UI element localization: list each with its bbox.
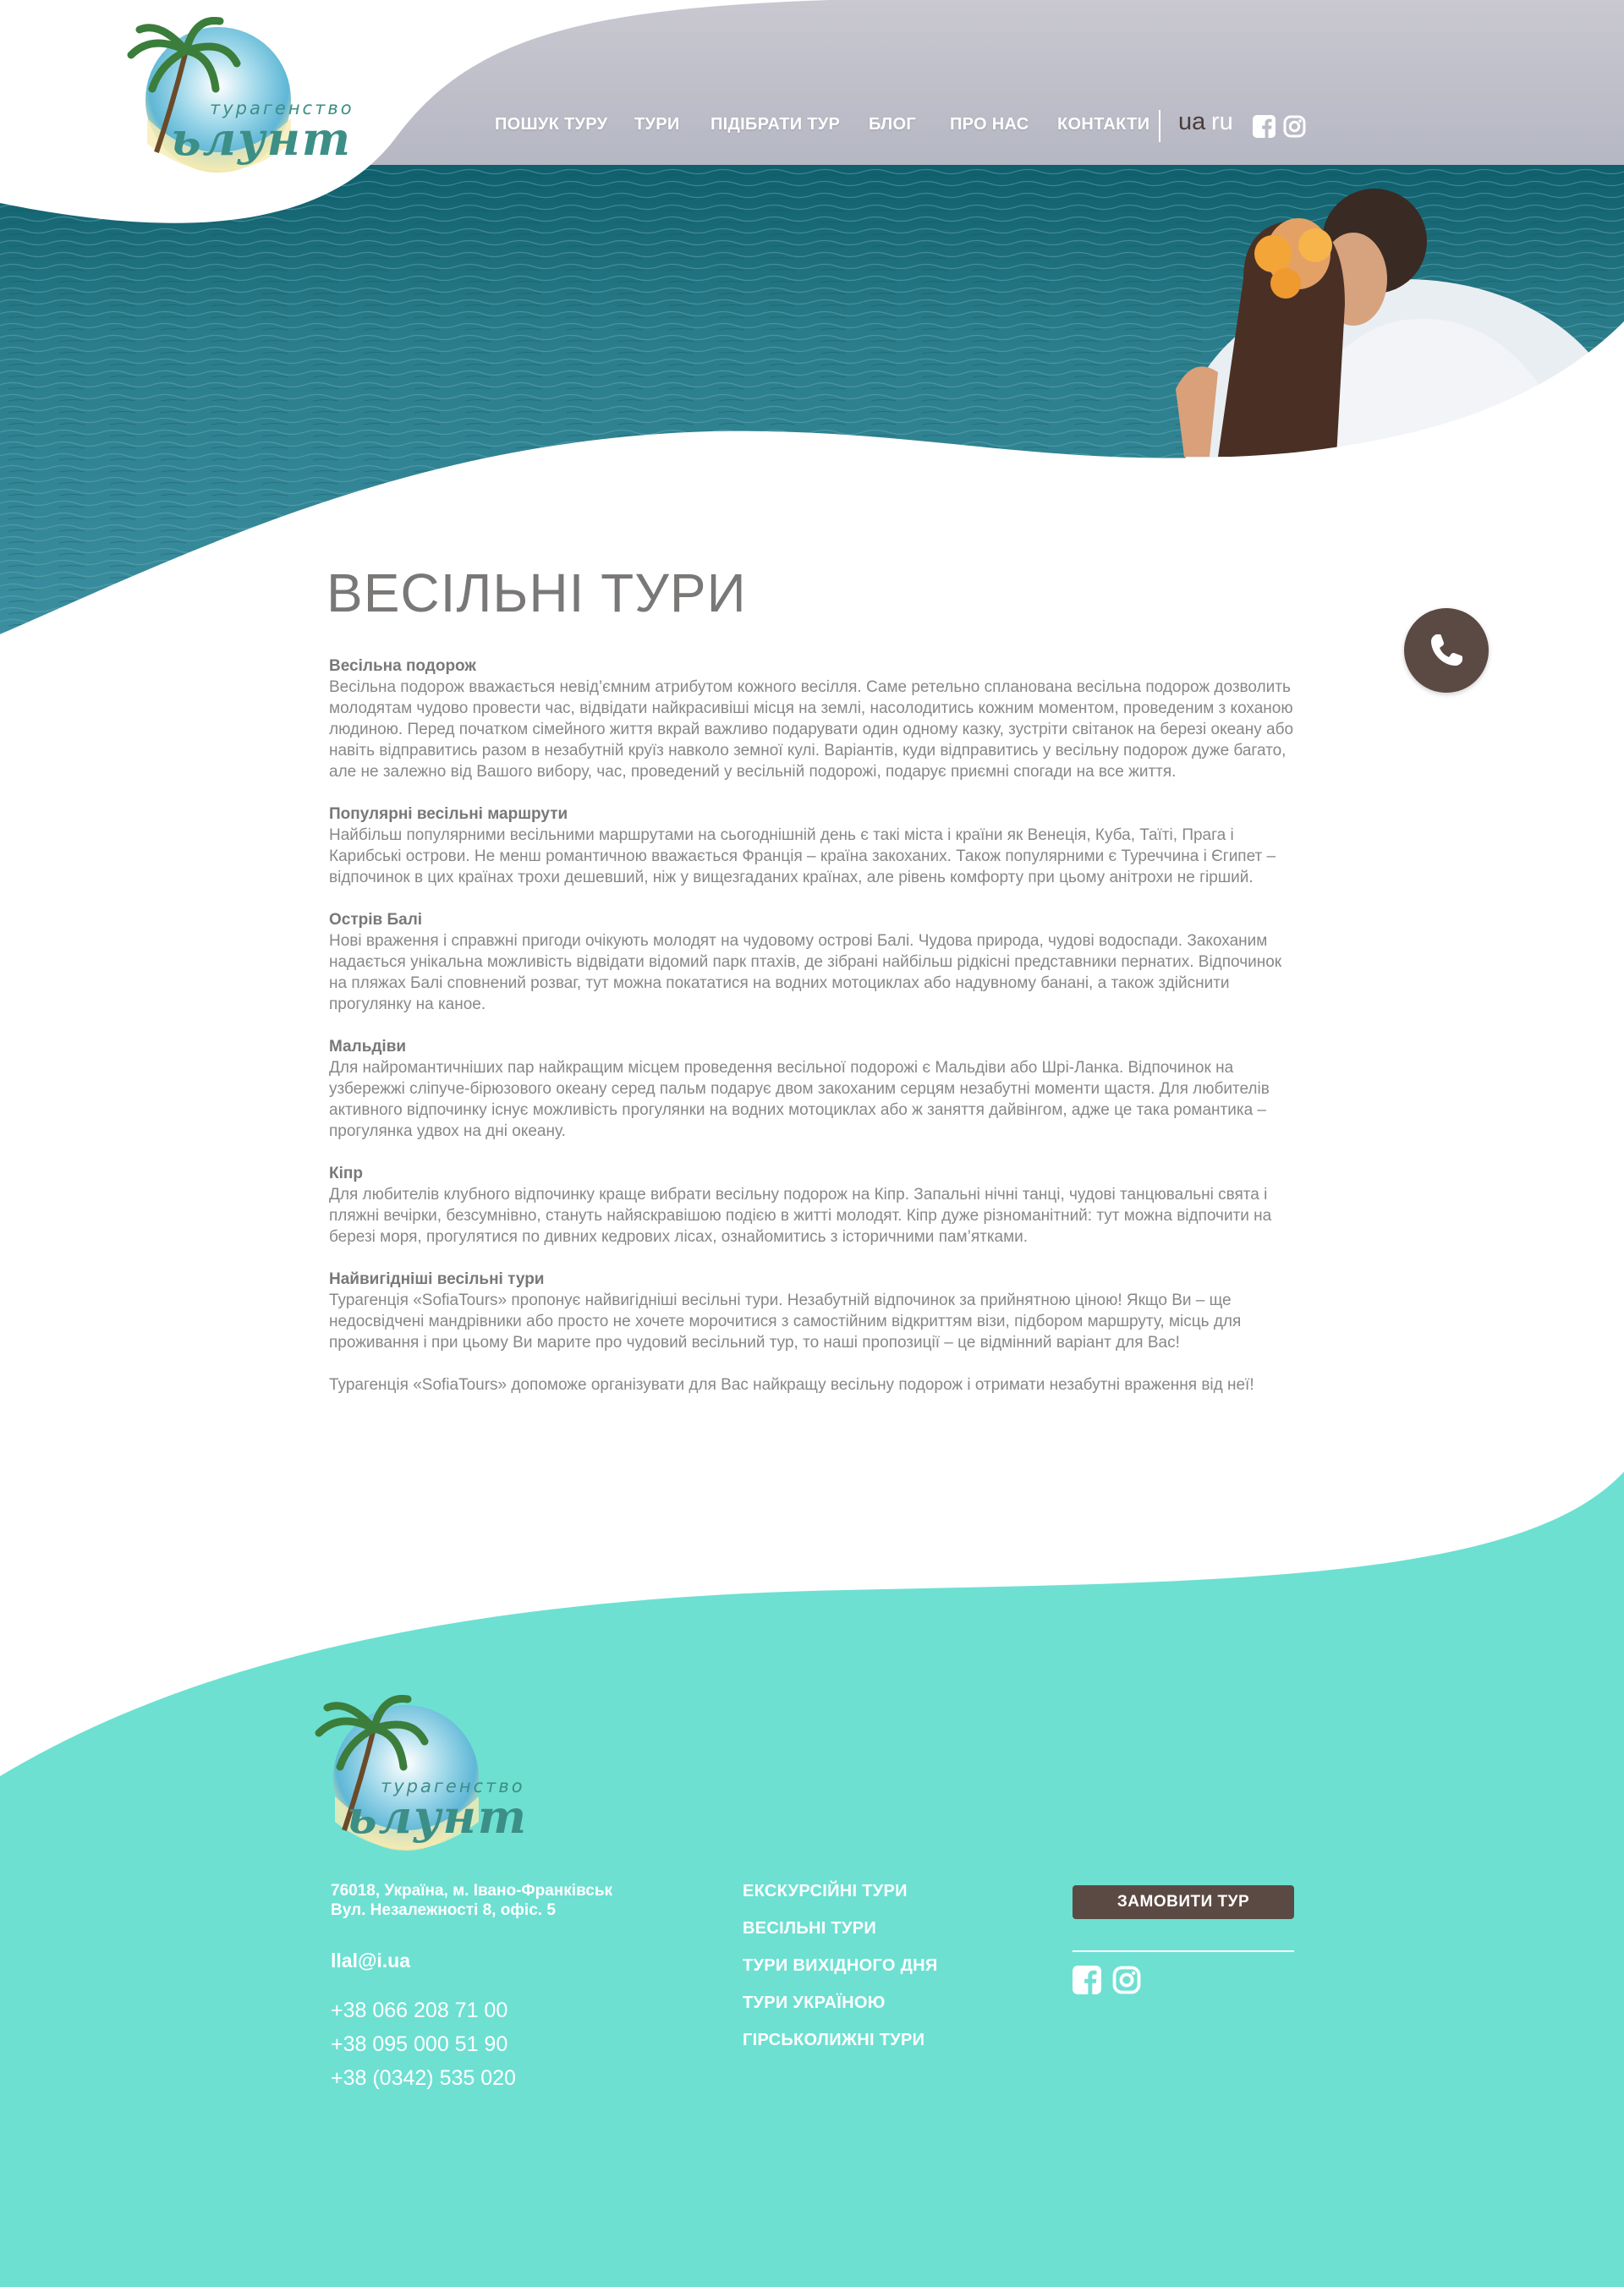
order-tour-button[interactable]: ЗАМОВИТИ ТУР <box>1073 1885 1294 1919</box>
section-heading: Весільна подорож <box>329 657 476 675</box>
lang-ua[interactable]: ua <box>1178 108 1205 136</box>
logo-name: ьлунт <box>171 112 352 166</box>
nav-blog[interactable]: БЛОГ <box>869 115 916 134</box>
facebook-icon[interactable] <box>1253 115 1276 142</box>
article-body: Весільна подорож Весільна подорож вважає… <box>329 655 1302 1417</box>
lang-ru[interactable]: ru <box>1211 108 1233 136</box>
facebook-icon[interactable] <box>1073 1966 1101 1999</box>
section-text: Для любителів клубного відпочинку краще … <box>329 1186 1272 1246</box>
phone-icon <box>1431 634 1462 666</box>
nav-about[interactable]: ПРО НАС <box>950 115 1029 134</box>
logo-name: ьлунт <box>347 1790 528 1844</box>
footer-phone[interactable]: +38 095 000 51 90 <box>331 2032 508 2057</box>
article-section: Популярні весільні маршрути Найбільш поп… <box>329 803 1302 888</box>
footer-link-ukraine-tours[interactable]: ТУРИ УКРАЇНОЮ <box>743 1994 886 2013</box>
section-text: Весільна подорож вважається невід’ємним … <box>329 678 1294 781</box>
section-heading: Кіпр <box>329 1165 363 1182</box>
footer-background <box>0 1472 1624 2287</box>
article-closing: Турагенція «SofiaTours» допоможе організ… <box>329 1374 1302 1396</box>
footer-link-wedding-tours[interactable]: ВЕСІЛЬНІ ТУРИ <box>743 1919 876 1939</box>
footer-divider <box>1073 1950 1294 1952</box>
footer-address-line2: Вул. Незалежності 8, офіс. 5 <box>331 1901 556 1919</box>
article-section: Мальдіви Для найромантичніших пар найкра… <box>329 1036 1302 1142</box>
footer-phone[interactable]: +38 066 208 71 00 <box>331 1999 508 2023</box>
section-heading: Найвигідніші весільні тури <box>329 1270 545 1288</box>
section-text: Нові враження і справжні пригоди очікуют… <box>329 932 1282 1013</box>
footer-link-ski-tours[interactable]: ГІРСЬКОЛИЖНІ ТУРИ <box>743 2031 924 2050</box>
article-section: Кіпр Для любителів клубного відпочинку к… <box>329 1163 1302 1248</box>
section-text: Для найромантичніших пар найкращим місце… <box>329 1059 1270 1140</box>
instagram-icon[interactable] <box>1283 115 1306 142</box>
nav-divider <box>1159 110 1160 142</box>
section-heading: Мальдіви <box>329 1038 407 1056</box>
section-heading: Популярні весільні маршрути <box>329 805 568 823</box>
nav-pick-tour[interactable]: ПІДІБРАТИ ТУР <box>710 115 840 134</box>
page-title: ВЕСІЛЬНІ ТУРИ <box>326 562 747 623</box>
nav-tours[interactable]: ТУРИ <box>634 115 680 134</box>
footer-link-excursion-tours[interactable]: ЕКСКУРСІЙНІ ТУРИ <box>743 1882 908 1901</box>
footer-logo[interactable]: турагенство ьлунт <box>315 1695 535 1864</box>
closing-text: Турагенція «SofiaTours» допоможе організ… <box>329 1376 1254 1394</box>
article-section: Весільна подорож Весільна подорож вважає… <box>329 655 1302 782</box>
footer-address-line1: 76018, Україна, м. Івано-Франківськ <box>331 1882 613 1900</box>
call-button[interactable] <box>1404 608 1489 693</box>
nav-tour-search[interactable]: ПОШУК ТУРУ <box>495 115 607 134</box>
footer-link-weekend-tours[interactable]: ТУРИ ВИХІДНОГО ДНЯ <box>743 1956 938 1976</box>
footer-email[interactable]: llal@i.ua <box>331 1950 410 1972</box>
footer-phone[interactable]: +38 (0342) 535 020 <box>331 2066 516 2091</box>
section-text: Турагенція «SofiaTours» пропонує найвигі… <box>329 1292 1242 1352</box>
article-section: Найвигідніші весільні тури Турагенція «S… <box>329 1269 1302 1353</box>
article-section: Острів Балі Нові враження і справжні при… <box>329 909 1302 1015</box>
section-heading: Острів Балі <box>329 911 423 929</box>
site-logo[interactable]: турагенство ьлунт <box>127 17 352 186</box>
section-text: Найбільш популярними весільними маршрута… <box>329 826 1276 886</box>
nav-contacts[interactable]: КОНТАКТИ <box>1057 115 1149 134</box>
instagram-icon[interactable] <box>1112 1966 1141 1999</box>
